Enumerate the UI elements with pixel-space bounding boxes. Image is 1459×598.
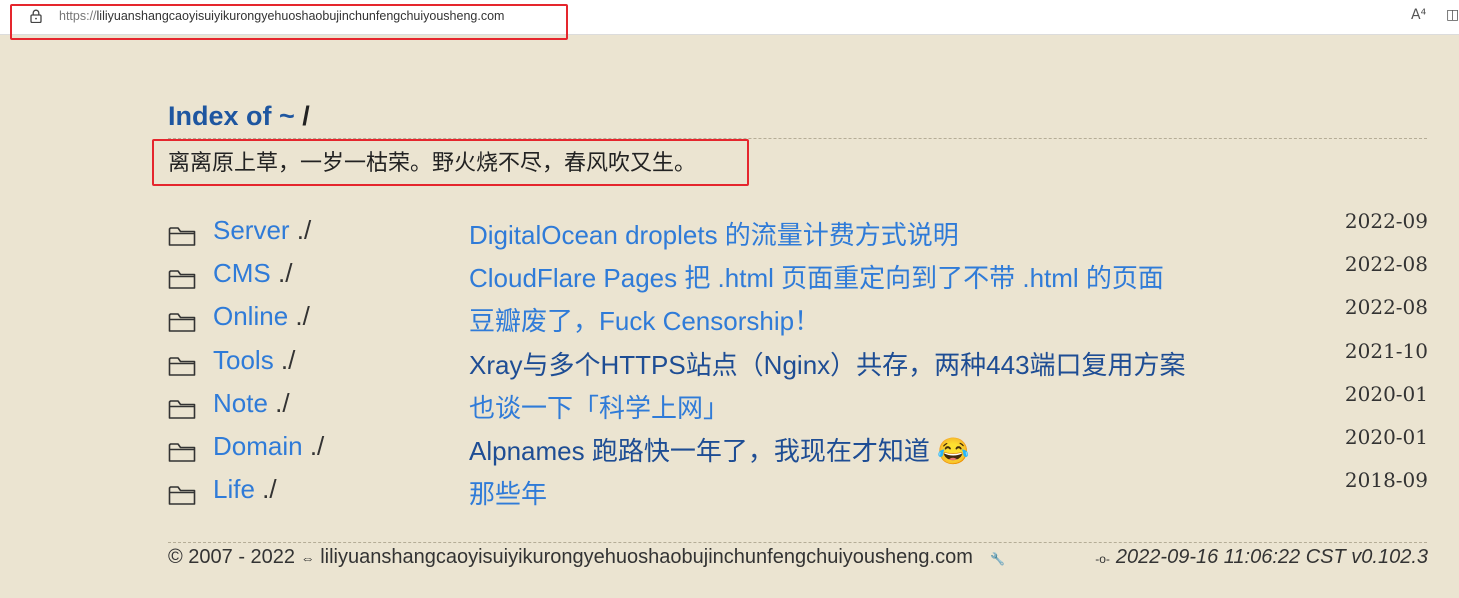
list-item: Domain ./ Alpnames 跑路快一年了，我现在才知道 😂 2020-01 (168, 425, 1428, 471)
category-name: Life (213, 474, 255, 505)
tool-icon: 🔧 (990, 552, 1006, 566)
post-link[interactable]: CloudFlare Pages 把 .html 页面重定向到了不带 .html… (469, 258, 1164, 295)
post-date: 2021-10 (1344, 338, 1428, 363)
list-item: Life ./ 那些年 2018-09 (168, 468, 1428, 514)
motto-highlight-box (152, 139, 749, 186)
dir-suffix: ./ (270, 258, 293, 289)
post-link[interactable]: 也谈一下「科学上网」 (469, 388, 729, 425)
category-name: Online (213, 301, 289, 332)
footer-divider (168, 542, 1427, 543)
post-date: 2020-01 (1344, 425, 1428, 449)
list-item: Server ./ DigitalOcean droplets 的流量计费方式说明… (168, 209, 1428, 255)
category-link[interactable]: Tools ./ (213, 345, 295, 376)
post-date: 2022-08 (1344, 252, 1428, 277)
category-link[interactable]: CMS ./ (213, 258, 292, 289)
list-item: Note ./ 也谈一下「科学上网」 2020-01 (168, 382, 1428, 428)
read-aloud-icon[interactable]: A⁴ (1411, 7, 1426, 23)
page-title: Index of ~ / (168, 101, 310, 132)
post-date: 2018-09 (1344, 468, 1428, 493)
category-name: Note (213, 387, 268, 418)
dir-suffix: ./ (289, 215, 312, 245)
folder-icon (168, 356, 196, 376)
build-info: -o- 2022-09-16 11:06:22 CST v0.102.3 (1095, 546, 1428, 569)
post-link[interactable]: Xray与多个HTTPS站点（Nginx）共存，两种443端口复用方案 (469, 345, 1186, 382)
folder-icon (168, 227, 196, 246)
post-link[interactable]: 那些年 (469, 474, 547, 511)
build-timestamp[interactable]: 2022-09-16 11:06:22 CST v0.102.3 (1116, 546, 1428, 568)
url-highlight-box (10, 4, 568, 40)
post-date: 2022-09 (1344, 209, 1428, 233)
folder-icon (168, 313, 196, 333)
category-link[interactable]: Note ./ (213, 388, 290, 419)
post-date: 2022-08 (1344, 295, 1428, 320)
category-link[interactable]: Domain ./ (213, 431, 324, 462)
category-name: Domain (213, 431, 303, 461)
post-date: 2020-01 (1344, 381, 1428, 406)
split-screen-icon[interactable]: ◫ (1446, 7, 1459, 23)
copyright: © 2007 - 2022 (168, 546, 296, 568)
folder-icon (168, 399, 196, 419)
dir-suffix: ./ (288, 301, 310, 332)
list-item: CMS ./ CloudFlare Pages 把 .html 页面重定向到了不带… (168, 252, 1428, 298)
footer: © 2007 - 2022 ⇔ liliyuanshangcaoyisuiyik… (168, 546, 1428, 569)
category-link[interactable]: Online ./ (213, 301, 310, 332)
category-link[interactable]: Life ./ (213, 474, 277, 505)
commit-icon: -o- (1095, 552, 1110, 566)
title-prefix[interactable]: Index of ~ (168, 101, 295, 131)
dir-suffix: ./ (254, 474, 277, 505)
post-link[interactable]: Alpnames 跑路快一年了，我现在才知道 😂 (469, 431, 969, 468)
list-item: Tools ./ Xray与多个HTTPS站点（Nginx）共存，两种443端口复… (168, 339, 1428, 385)
link-icon: ⇔ (300, 550, 315, 566)
post-link[interactable]: DigitalOcean droplets 的流量计费方式说明 (469, 215, 959, 252)
dir-suffix: ./ (273, 344, 296, 375)
category-name: CMS (213, 258, 271, 289)
folder-icon (168, 443, 196, 462)
folder-icon (168, 486, 196, 505)
folder-icon (168, 270, 196, 289)
post-link[interactable]: 豆瓣废了，Fuck Censorship！ (469, 301, 820, 338)
dir-suffix: ./ (302, 431, 325, 461)
list-item: Online ./ 豆瓣废了，Fuck Censorship！ 2022-08 (168, 295, 1428, 341)
title-slash[interactable]: / (295, 101, 310, 131)
dir-suffix: ./ (267, 387, 290, 418)
category-name: Server (213, 215, 290, 245)
footer-domain-link[interactable]: liliyuanshangcaoyisuiyikurongyehuoshaobu… (320, 546, 973, 568)
category-link[interactable]: Server ./ (213, 215, 311, 246)
category-name: Tools (213, 344, 274, 375)
